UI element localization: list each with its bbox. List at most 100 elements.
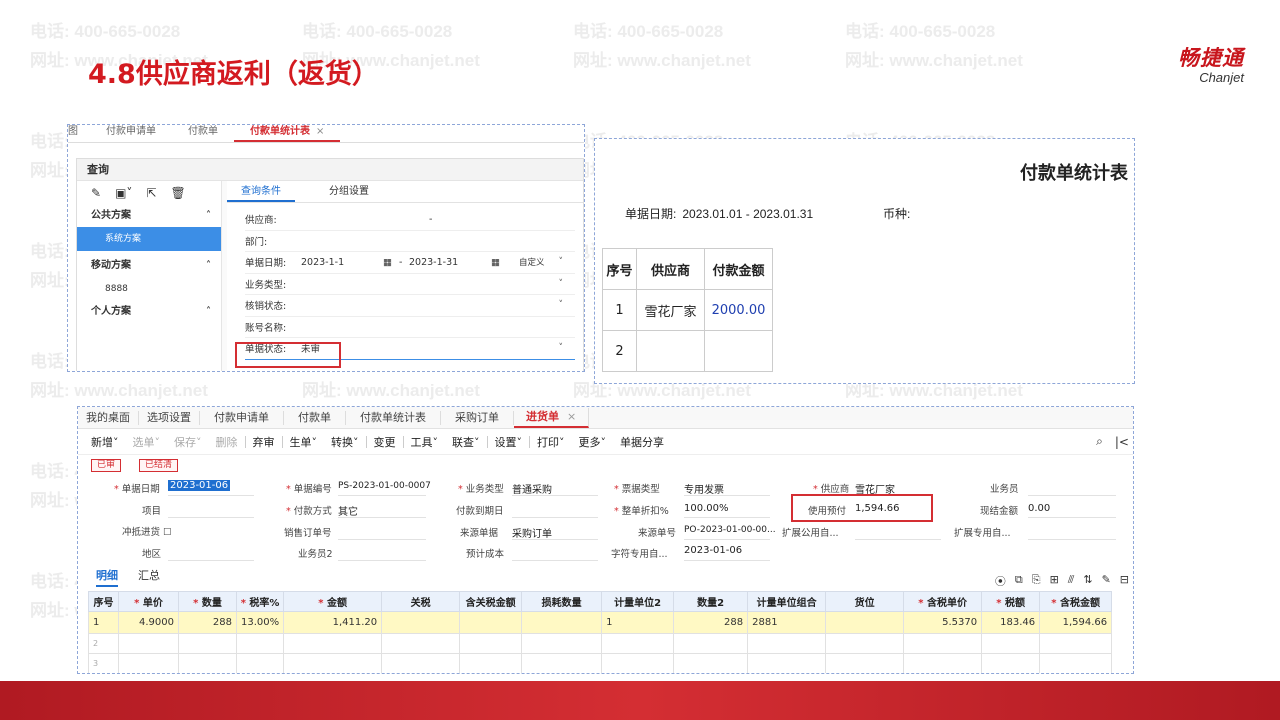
field-department[interactable]: 部门: [245,231,575,252]
delete-icon[interactable]: 🗑 [170,186,185,200]
scheme-item-8888[interactable]: 8888 [77,277,221,301]
scheme-group-public[interactable]: 公共方案 ˄ [77,205,221,227]
field-supplier[interactable]: 供应商: - [245,209,575,231]
convert-button[interactable]: 转换˅ [324,434,366,450]
report-date: 单据日期: 2023.01.01 - 2023.01.31 [625,207,814,221]
report-header-amount: 付款金额 [704,248,773,290]
table-row[interactable]: 3 [88,653,1113,673]
tab-detail[interactable]: 明细 [96,567,118,587]
edit-icon[interactable]: ✎ [91,186,101,200]
generate-button[interactable]: 生单˅ [283,434,325,450]
close-icon[interactable]: × [316,126,324,137]
search-icon[interactable]: ⌕ [1096,434,1103,449]
offset-checkbox[interactable]: ☐ [163,527,172,538]
pay-method-select[interactable]: 其它 [338,503,358,518]
field-writeoff-status[interactable]: 核销状态: ˅ [245,295,575,317]
sort-icon[interactable]: ⇅ [1083,573,1092,589]
cash-input[interactable]: 0.00 [1028,503,1050,514]
tab-options[interactable]: 选项设置 [139,410,200,425]
char-input[interactable]: 2023-01-06 [684,545,742,556]
edit-icon[interactable]: ✎ [1102,573,1111,589]
paste-icon[interactable]: ⎘ [1032,573,1041,589]
settings-button[interactable]: 设置˅ [488,434,530,450]
report-table: 序号 供应商 付款金额 1 雪花厂家 2000.00 2 [602,248,773,372]
calendar-icon[interactable]: ▦ [491,257,519,268]
save-button[interactable]: 保存˅ [167,434,209,450]
tab-receipt[interactable]: 进货单 × [514,407,590,428]
receipt-toolbar: 新增˅ 选单˅ 保存˅ 删除 弃审 生单˅ 转换˅ 变更 工具˅ 联查˅ 设置˅… [78,429,1133,455]
source-no-label: 来源单号 [638,528,677,539]
delete-button[interactable]: 删除 [209,434,245,450]
change-button[interactable]: 变更 [367,434,403,450]
chevron-down-icon[interactable]: ˅ [559,257,564,267]
chevron-down-icon[interactable]: ˅ [559,300,564,310]
biz-type-select[interactable]: 普通采购 [512,481,552,496]
tab-desktop[interactable]: 我的桌面 [78,410,139,425]
tab-truncated[interactable]: 图 [68,125,90,142]
receipt-tabbar: 我的桌面 选项设置 付款申请单 付款单 付款单统计表 采购订单 进货单 × [78,407,1133,429]
bill-no-input[interactable]: PS-2023-01-00-0007 [338,481,431,491]
scheme-toolbar: ✎ ▣˅ ⇱ 🗑 [77,181,221,205]
import-icon[interactable]: ⊞ [1050,573,1059,589]
save-icon[interactable]: ▣˅ [115,186,132,200]
calendar-icon[interactable]: ▦ [383,257,399,268]
export-icon[interactable]: ⇱ [146,186,156,200]
query-main-tabs: 查询条件 分组设置 [227,181,583,203]
field-biz-type[interactable]: 业务类型: ˅ [245,274,575,295]
chevron-down-icon[interactable]: ˅ [559,343,564,353]
discount-label: * 整单折扣% [614,506,669,517]
invoice-type-select[interactable]: 专用发票 [684,481,724,496]
select-bill-button[interactable]: 选单˅ [126,434,168,450]
query-panel: 图 付款申请单 付款单 付款单统计表 × 查询 ✎ ▣˅ ⇱ 🗑 公共方案 ˄ 系统… [67,124,585,372]
copy-icon[interactable]: ⧉ [1015,573,1023,589]
field-bill-date[interactable]: 单据日期: 2023-1-1 ▦ - 2023-1-31 ▦ 自定义 ˅ [245,252,575,274]
tab-payment-request[interactable]: 付款申请单 [90,125,172,142]
tab-payment[interactable]: 付款单 [172,125,234,142]
location-icon[interactable]: ⦿ [995,573,1006,589]
report-panel: 付款单统计表 单据日期: 2023.01.01 - 2023.01.31 币种: … [594,138,1135,384]
scheme-group-personal[interactable]: 个人方案 ˄ [77,301,221,323]
table-row[interactable]: 1 4.9000 288 13.00% 1,411.20 1 288 2881 … [88,611,1113,634]
chevron-up-icon: ˄ [206,260,211,271]
field-account-name[interactable]: 账号名称: [245,317,575,338]
tab-query-conditions[interactable]: 查询条件 [227,181,295,202]
tab-payment[interactable]: 付款单 [284,410,346,425]
scheme-item-system[interactable]: 系统方案 [77,227,221,251]
tab-payment-stats[interactable]: 付款单统计表 [346,410,441,425]
query-tabbar: 图 付款申请单 付款单 付款单统计表 × [68,125,584,143]
tools-button[interactable]: 工具˅ [404,434,446,450]
tab-purchase-order[interactable]: 采购订单 [441,410,514,425]
salesman2-label: 业务员2 [298,549,333,560]
source-no-input[interactable]: PO-2023-01-00-00... [684,525,776,535]
tab-group-settings[interactable]: 分组设置 [315,181,383,202]
more-button[interactable]: 更多˅ [572,434,614,450]
source-bill-input[interactable]: 采购订单 [512,525,552,540]
scheme-group-mobile[interactable]: 移动方案 ˄ [77,255,221,277]
date-to-input[interactable]: 2023-1-31 [409,257,491,268]
tab-summary[interactable]: 汇总 [138,567,160,587]
date-range-select[interactable]: 自定义 [519,256,545,268]
discount-input[interactable]: 100.00% [684,503,729,514]
new-button[interactable]: 新增˅ [84,434,126,450]
collapse-icon[interactable]: |< [1115,435,1129,449]
report-amount-link[interactable]: 2000.00 [704,289,773,331]
grid-icons: ⦿ ⧉ ⎘ ⊞ ⫻ ⇅ ✎ ⊟ [995,573,1129,589]
share-button[interactable]: 单据分享 [613,434,671,450]
status-badge: 已审 [91,459,122,472]
highlight-box [235,342,341,368]
chevron-down-icon[interactable]: ˅ [559,279,564,289]
filter-icon[interactable]: ⫻ [1068,573,1075,589]
bill-date-input[interactable]: 2023-01-06 [168,480,231,491]
close-icon[interactable]: × [567,410,576,423]
table-row[interactable]: 2 [88,633,1113,654]
print-button[interactable]: 打印˅ [530,434,572,450]
tab-payment-request[interactable]: 付款申请单 [200,410,284,425]
date-from-input[interactable]: 2023-1-1 [301,257,383,268]
region-label: 地区 [142,549,162,560]
report-title: 付款单统计表 [1020,163,1128,184]
columns-icon[interactable]: ⊟ [1120,573,1129,589]
query-link-button[interactable]: 联查˅ [445,434,487,450]
unapprove-button[interactable]: 弃审 [246,434,282,450]
supplier-label: * 供应商 [813,484,850,495]
tab-payment-stats[interactable]: 付款单统计表 × [234,125,341,142]
